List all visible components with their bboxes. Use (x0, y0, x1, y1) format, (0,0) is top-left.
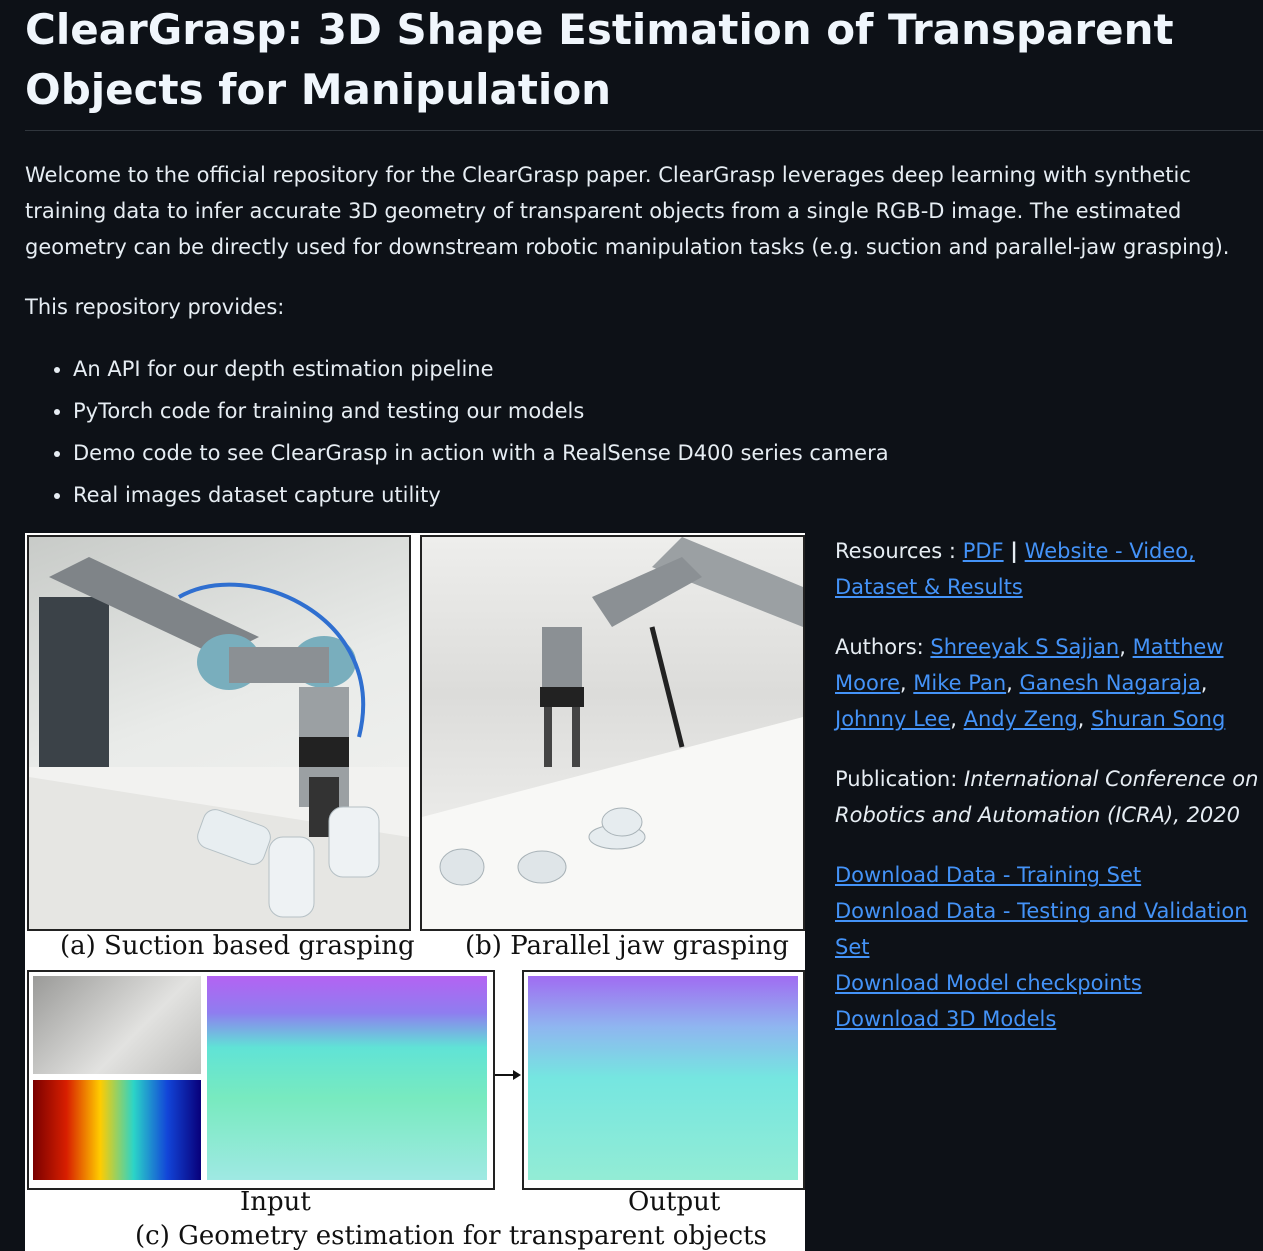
resources-separator: | (1010, 539, 1018, 563)
download-training-set-link[interactable]: Download Data - Training Set (835, 857, 1260, 893)
caption-c: (c) Geometry estimation for transparent … (135, 1221, 767, 1251)
authors-line: Authors: Shreeyak S Sajjan, Matthew Moor… (835, 635, 1226, 731)
author-link[interactable]: Mike Pan (913, 671, 1006, 695)
features-list: An API for our depth estimation pipeline… (25, 348, 889, 516)
output-panel (522, 970, 805, 1190)
author-link[interactable]: Andy Zeng (964, 707, 1078, 731)
pdf-link[interactable]: PDF (963, 539, 1004, 563)
resources-label: Resources : (835, 539, 956, 563)
depth-input-image (33, 1080, 201, 1180)
caption-b: (b) Parallel jaw grasping (465, 931, 789, 961)
provides-heading: This repository provides: (25, 295, 285, 319)
resources-sidebar: Resources : PDF | Website - Video, Datas… (835, 533, 1260, 1037)
rgb-input-image (33, 976, 201, 1074)
download-3d-models-link[interactable]: Download 3D Models (835, 1001, 1260, 1037)
publication-label: Publication: (835, 767, 958, 791)
robot-gripper-image (422, 537, 803, 929)
output-label: Output (628, 1187, 721, 1217)
input-label: Input (240, 1187, 311, 1217)
parallel-jaw-grasping-photo (420, 535, 805, 931)
download-testing-validation-link[interactable]: Download Data - Testing and Validation S… (835, 893, 1260, 965)
noisy-normals-image (207, 976, 487, 1180)
list-item: Real images dataset capture utility (73, 474, 889, 516)
author-link[interactable]: Shuran Song (1091, 707, 1225, 731)
title-divider (25, 130, 1263, 131)
input-panel (27, 970, 495, 1190)
page-title: ClearGrasp: 3D Shape Estimation of Trans… (25, 5, 1174, 114)
intro-paragraph: Welcome to the official repository for t… (25, 163, 1230, 259)
suction-grasping-photo (27, 535, 411, 931)
caption-a: (a) Suction based grasping (60, 931, 415, 961)
estimated-normals-image (528, 976, 798, 1180)
list-item: Demo code to see ClearGrasp in action wi… (73, 432, 889, 474)
downloads-list: Download Data - Training Set Download Da… (835, 857, 1260, 1037)
teaser-figure: (a) Suction based grasping (b) Parallel … (25, 533, 805, 1251)
author-link[interactable]: Ganesh Nagaraja (1020, 671, 1201, 695)
resources-line: Resources : PDF | Website - Video, Datas… (835, 533, 1260, 605)
download-model-checkpoints-link[interactable]: Download Model checkpoints (835, 965, 1260, 1001)
author-link[interactable]: Shreeyak S Sajjan (930, 635, 1119, 659)
publication-line: Publication: International Conference on… (835, 761, 1260, 833)
arrow-icon (495, 1070, 521, 1080)
list-item: An API for our depth estimation pipeline (73, 348, 889, 390)
robot-arm-image (29, 557, 409, 929)
authors-label: Authors: (835, 635, 924, 659)
author-link[interactable]: Johnny Lee (835, 707, 950, 731)
list-item: PyTorch code for training and testing ou… (73, 390, 889, 432)
